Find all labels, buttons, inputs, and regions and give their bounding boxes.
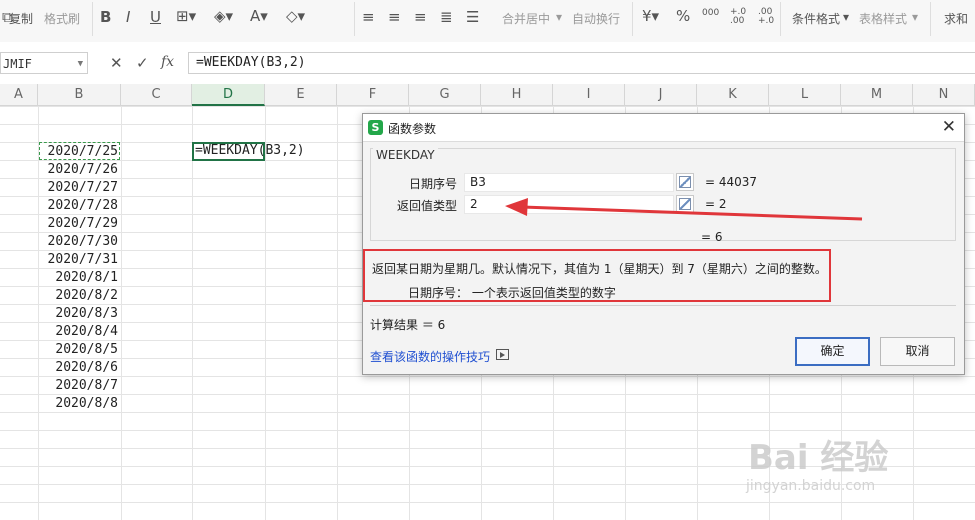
annotation-arrow-line <box>521 205 863 221</box>
baidu-watermark-url: jingyan.baidu.com <box>746 478 876 494</box>
annotation-arrow-head <box>505 198 528 216</box>
baidu-watermark-logo: Bai 经验 <box>748 438 889 478</box>
